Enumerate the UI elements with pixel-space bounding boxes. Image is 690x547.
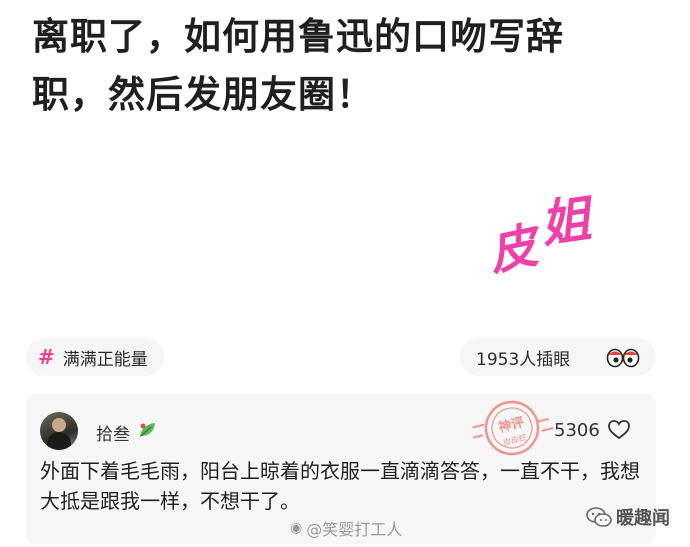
screenshot-page: 离职了，如何用鲁迅的口吻写辞 职，然后发朋友圈！ 皮 姐 # 满满正能量 195… [0, 0, 690, 547]
post-title-line1: 离职了，如何用鲁迅的口吻写辞 [32, 15, 564, 58]
hash-icon: # [38, 345, 55, 369]
post-title: 离职了，如何用鲁迅的口吻写辞 职，然后发朋友圈！ [32, 8, 672, 124]
stamp-text: 神评 [497, 414, 526, 436]
source-badge: 暖趣闻 [586, 504, 670, 530]
weibo-watermark: ◉ @笑婴打工人 [290, 516, 402, 540]
post-title-line2: 职，然后发朋友圈！ [32, 73, 374, 116]
avatar[interactable] [40, 412, 78, 450]
viewers-count-pill[interactable]: 1953人插眼 [460, 338, 656, 376]
topic-tag[interactable]: # 满满正能量 [26, 338, 164, 376]
weibo-icon: ◉ [290, 520, 303, 536]
leaf-icon [140, 423, 155, 437]
source-name: 暖趣闻 [616, 508, 670, 529]
weibo-watermark-text: @笑婴打工人 [306, 520, 403, 539]
viewers-count-text: 1953人插眼 [476, 349, 571, 370]
watermark-char-1: 皮 [483, 217, 543, 283]
comment-username[interactable]: 拾叁 [96, 420, 130, 445]
watermark-char-2: 姐 [536, 188, 595, 255]
comment-text: 外面下着毛毛雨，阳台上晾着的衣服一直滴滴答答，一直不干，我想大抵是跟我一样，不想… [40, 459, 640, 513]
topic-label: 满满正能量 [62, 349, 148, 370]
heart-hands-icon[interactable] [608, 420, 630, 440]
divine-comment-stamp-icon: 神评 皮皮虾 [472, 400, 554, 456]
pijie-watermark: 皮 姐 [478, 172, 628, 282]
eyes-icon [606, 348, 640, 368]
wechat-icon [586, 507, 612, 527]
likes-count: 5306 [554, 420, 600, 441]
